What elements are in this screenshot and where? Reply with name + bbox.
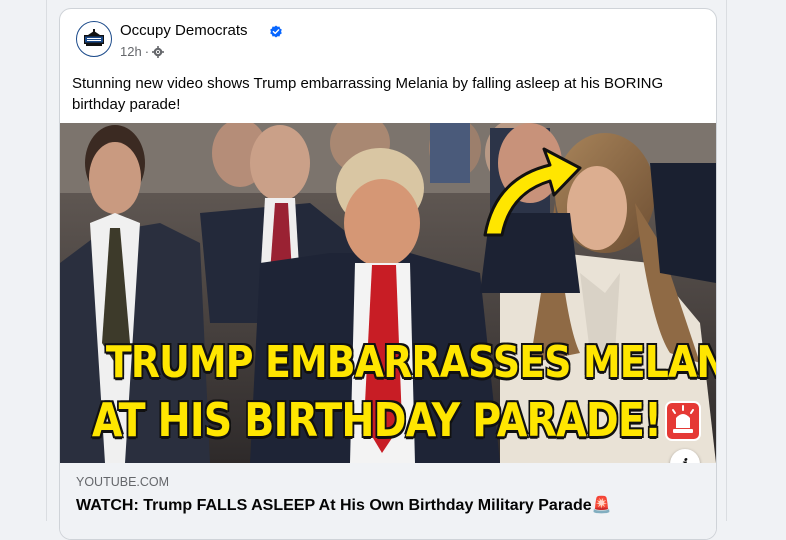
thumbnail-headline-line1: TRUMP EMBARRASSES MELANIA <box>105 337 716 388</box>
post-caption: Stunning new video shows Trump embarrass… <box>72 75 664 113</box>
verified-badge-icon <box>270 25 282 38</box>
post-header: Occupy Democrats 12h · <box>76 21 696 65</box>
left-rail <box>0 0 46 521</box>
meta-separator: · <box>144 44 150 59</box>
post-card: Occupy Democrats 12h · Stunning new vide… <box>59 8 717 540</box>
video-thumbnail[interactable]: TRUMP EMBARRASSES MELANIA AT HIS BIRTHDA… <box>60 123 716 463</box>
occupy-democrats-logo-icon <box>84 29 104 46</box>
link-preview[interactable]: YOUTUBE.COM WATCH: Trump FALLS ASLEEP At… <box>60 463 716 539</box>
link-title[interactable]: WATCH: Trump FALLS ASLEEP At His Own Bir… <box>76 495 612 515</box>
settings-globe-icon[interactable] <box>152 45 165 58</box>
link-domain: YOUTUBE.COM <box>76 475 170 489</box>
page-name[interactable]: Occupy Democrats <box>120 22 248 39</box>
siren-icon <box>665 401 701 441</box>
post-timestamp[interactable]: 12h <box>120 44 142 59</box>
left-divider <box>46 0 47 521</box>
right-divider <box>726 0 727 521</box>
post-meta: 12h · <box>120 44 165 59</box>
page-avatar[interactable] <box>76 21 112 57</box>
thumbnail-headline-line2: AT HIS BIRTHDAY PARADE! <box>91 393 662 447</box>
